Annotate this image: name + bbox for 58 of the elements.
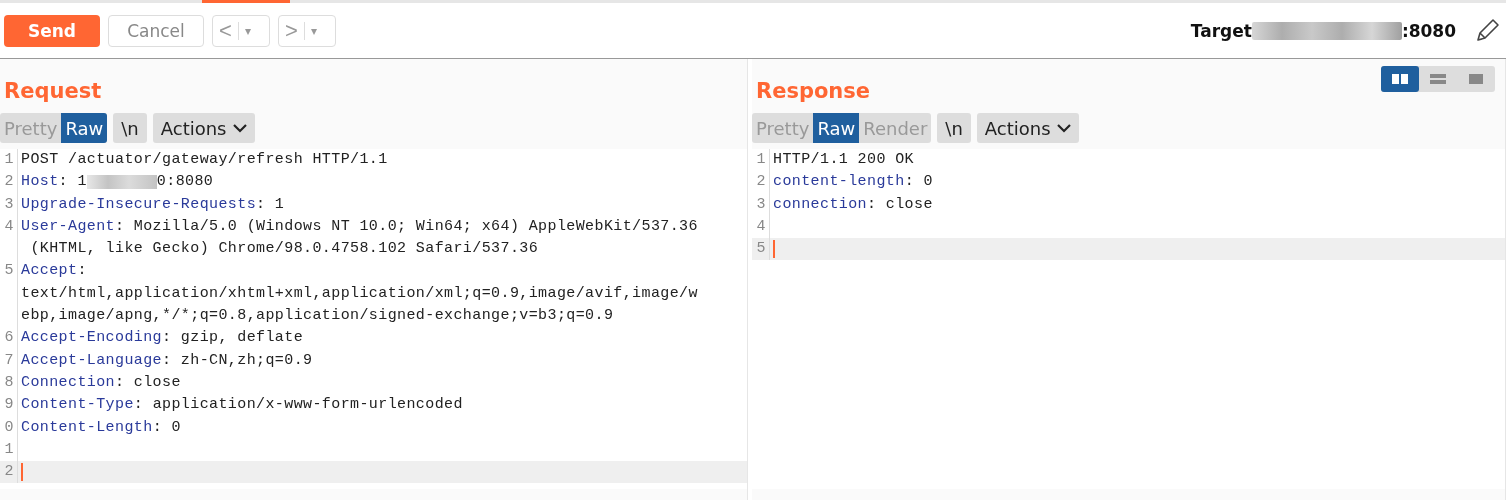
code-line: Upgrade-Insecure-Requests: 1 <box>21 194 285 215</box>
code-line: 0:8080 <box>156 172 214 193</box>
text-cursor <box>773 240 775 259</box>
view-tab[interactable]: Render <box>859 113 932 143</box>
line-number: 3 <box>0 193 18 216</box>
code-line: Accept: <box>21 261 87 282</box>
line-number: 1 <box>0 149 18 172</box>
line-number: 2 <box>0 461 18 484</box>
line-number: 1 <box>752 149 770 172</box>
view-tab[interactable]: Raw <box>61 113 108 143</box>
line-number: 0 <box>0 416 18 439</box>
back-button[interactable]: < ▾ <box>212 14 270 47</box>
code-line: connection: close <box>773 194 933 215</box>
chevron-icon <box>232 123 247 133</box>
chevron-icon <box>1056 123 1071 133</box>
code-line: (KHTML, like Gecko) Chrome/98.0.4758.102 Safari/537.36 <box>29 239 539 260</box>
pane-title: Request <box>4 79 102 105</box>
layout-icon <box>1468 74 1484 84</box>
line-number: 6 <box>0 327 18 350</box>
view-tab[interactable]: Raw <box>813 113 860 143</box>
line-number: 5 <box>752 238 770 261</box>
line-number: 5 <box>0 260 18 283</box>
line-number: 8 <box>0 371 18 395</box>
layout-icon <box>1392 74 1408 84</box>
code-line: HTTP/1.1 200 OK <box>773 150 915 170</box>
target-label: Target <box>1190 20 1252 41</box>
pane-title: Response <box>756 79 871 105</box>
code-line: ebp,image/apng,*/*;q=0.8,application/signed-exchange;v=b3;q=0.9 <box>21 306 614 327</box>
actions-button[interactable]: Actions <box>152 113 255 143</box>
cancel-button[interactable]: Cancel <box>108 14 204 47</box>
line-number: 2 <box>0 171 18 194</box>
line-number: 3 <box>752 193 770 216</box>
pencil-icon[interactable] <box>1474 17 1500 44</box>
text-cursor <box>21 463 23 482</box>
code-line: User-Agent: Mozilla/5.0 (Windows NT 10.0; Win64; x64) AppleWebKit/537.36 <box>21 216 698 237</box>
layout-icon <box>1430 74 1446 84</box>
code-line: Connection: close <box>21 372 181 393</box>
code-line: Host: 1 <box>21 172 87 193</box>
line-number: 4 <box>0 215 18 239</box>
code-line: Content-Length: 0 <box>21 417 181 438</box>
code-line: Content-Type: application/x-www-form-urlencoded <box>21 395 463 416</box>
code-line: text/html,application/xhtml+xml,application/xml;q=0.9,image/avif,image/w <box>21 283 698 304</box>
code-line: Accept-Encoding: gzip, deflate <box>21 328 304 349</box>
forward-button[interactable]: > ▾ <box>278 14 336 47</box>
code-line: content-length: 0 <box>773 172 933 193</box>
code-line: Accept-Language: zh-CN,zh;q=0.9 <box>21 350 313 371</box>
line-number: 9 <box>0 394 18 417</box>
send-button[interactable]: Send <box>4 14 100 47</box>
code-line: POST /actuator/gateway/refresh HTTP/1.1 <box>21 150 388 170</box>
target-port: :8080 <box>1401 20 1456 41</box>
view-tab[interactable]: Pretty <box>0 113 62 143</box>
view-tab[interactable]: Pretty <box>752 113 814 143</box>
layout-toggle[interactable] <box>1381 66 1419 92</box>
newline-toggle[interactable]: \n <box>113 113 147 143</box>
newline-toggle[interactable]: \n <box>937 113 971 143</box>
line-number: 7 <box>0 349 18 372</box>
actions-button[interactable]: Actions <box>976 113 1079 143</box>
line-number: 2 <box>752 171 770 194</box>
